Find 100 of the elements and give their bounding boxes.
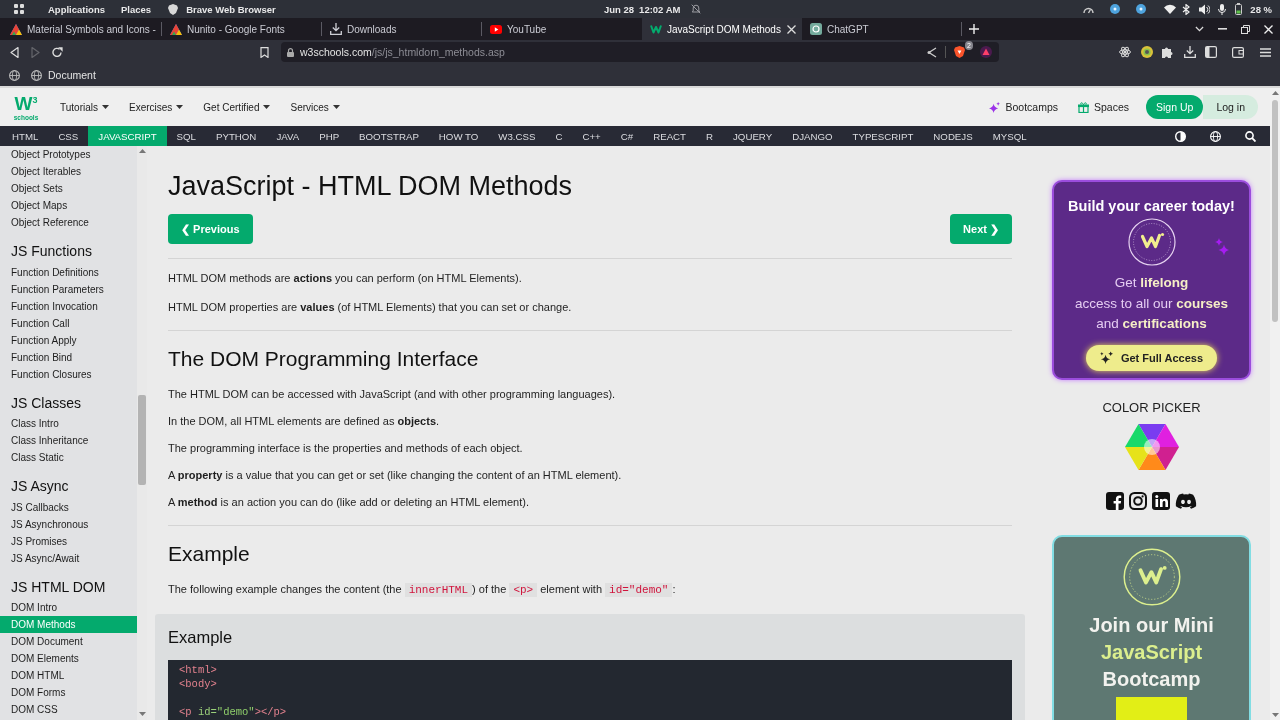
restore-icon[interactable]	[1241, 24, 1250, 34]
facebook-icon[interactable]	[1106, 492, 1124, 510]
topic-tab[interactable]: W3.CSS	[488, 126, 546, 146]
color-picker-icon[interactable]	[1124, 424, 1179, 470]
plus-icon[interactable]	[969, 24, 979, 34]
atom-icon[interactable]	[1119, 46, 1131, 58]
sidebar-link[interactable]: JS Asynchronous	[0, 515, 137, 533]
topic-tab[interactable]: BOOTSTRAP	[349, 126, 429, 146]
chevron-down-icon[interactable]	[1195, 26, 1204, 32]
browser-tab[interactable]: JavaScript DOM Methods	[642, 18, 802, 40]
volume-icon[interactable]	[1199, 3, 1211, 15]
browser-tab[interactable]: YouTube	[482, 18, 642, 40]
close-icon[interactable]	[787, 24, 796, 34]
topic-tab[interactable]: C++	[572, 126, 611, 146]
sidebar-link[interactable]: Function Call	[0, 314, 137, 332]
wallet-icon[interactable]	[1232, 46, 1244, 58]
sidebar-icon[interactable]	[1205, 46, 1217, 58]
sidebar-link[interactable]: Function Parameters	[0, 280, 137, 298]
topic-tab[interactable]: PHP	[309, 126, 350, 146]
scroll-up-icon[interactable]	[1271, 91, 1279, 95]
share-icon[interactable]	[927, 46, 938, 58]
download-icon[interactable]	[1184, 46, 1196, 58]
sidebar-link[interactable]: JS Callbacks	[0, 498, 137, 516]
topic-tab[interactable]: REACT	[643, 126, 696, 146]
sidebar-link[interactable]: Object Sets	[0, 180, 137, 197]
scroll-down-icon[interactable]	[138, 712, 146, 716]
shield-icon[interactable]	[954, 46, 966, 58]
topic-tab[interactable]: NODEJS	[923, 126, 983, 146]
menu-item[interactable]: Places	[121, 3, 152, 15]
sidebar-link[interactable]: Function Apply	[0, 331, 137, 349]
wifi-icon[interactable]	[1164, 4, 1177, 14]
shield-icon[interactable]	[168, 3, 179, 15]
topic-tab[interactable]: DJANGO	[782, 126, 843, 146]
bootcamp-promo-card[interactable]: Join our Mini JavaScript Bootcamp	[1052, 535, 1251, 720]
bluetooth-icon[interactable]	[1182, 3, 1191, 15]
career-promo-card[interactable]: Build your career today! Get lifelong access to all our courses and certifications Get Full Access	[1052, 180, 1251, 380]
grid-icon[interactable]	[14, 4, 24, 14]
sidebar-link[interactable]: Class Intro	[0, 415, 137, 432]
sidebar-link[interactable]: Object Prototypes	[0, 146, 137, 163]
sidebar-link[interactable]: Class Inheritance	[0, 432, 137, 449]
topic-tab[interactable]: HTML	[2, 126, 49, 146]
topic-tab[interactable]: JQUERY	[723, 126, 783, 146]
topic-tab[interactable]: JAVA	[266, 126, 310, 146]
sidebar-link[interactable]: Object Maps	[0, 197, 137, 214]
nav-link[interactable]: Spaces	[1078, 101, 1130, 113]
linkedin-icon[interactable]	[1152, 492, 1170, 510]
reload-icon[interactable]	[52, 47, 63, 57]
scroll-up-icon[interactable]	[138, 149, 146, 153]
menu-item[interactable]: Applications	[48, 3, 105, 15]
sidebar-link[interactable]: Object Iterables	[0, 163, 137, 180]
sidebar-link[interactable]: DOM Document	[0, 633, 137, 650]
microphone-icon[interactable]	[1218, 3, 1227, 15]
menu-item[interactable]: Tutorials	[60, 101, 109, 113]
topic-tab[interactable]: R	[696, 126, 723, 146]
contrast-icon[interactable]	[1175, 130, 1186, 142]
nav-link[interactable]: Bootcamps	[989, 101, 1058, 113]
topic-tab[interactable]: C#	[610, 126, 644, 146]
sidebar-link[interactable]: Function Bind	[0, 348, 137, 366]
menu-icon[interactable]	[1260, 47, 1271, 57]
ring-icon[interactable]	[1141, 46, 1153, 58]
sidebar-link[interactable]: DOM HTML	[0, 667, 137, 684]
scrollbar-thumb[interactable]	[138, 395, 146, 485]
get-access-button[interactable]: Get Full Access	[1085, 344, 1218, 371]
puzzle-icon[interactable]	[1162, 46, 1174, 58]
topic-tab[interactable]: MYSQL	[982, 126, 1037, 146]
bookmark-icon[interactable]	[260, 46, 269, 58]
menu-item[interactable]: Services	[290, 101, 340, 113]
bell-off-icon[interactable]	[691, 4, 702, 14]
sidebar-link[interactable]: JS Async/Await	[0, 549, 137, 567]
battery-icon[interactable]	[1235, 3, 1243, 15]
back-icon[interactable]	[10, 46, 19, 58]
sidebar-link[interactable]: DOM Elements	[0, 650, 137, 667]
topic-tab[interactable]: PYTHON	[206, 126, 267, 146]
log-in-button[interactable]: Log in	[1203, 95, 1258, 119]
discord-icon[interactable]	[1175, 492, 1197, 510]
sidebar-link[interactable]: Function Closures	[0, 365, 137, 383]
topic-tab[interactable]: SQL	[166, 126, 206, 146]
scrollbar-thumb[interactable]	[1272, 100, 1278, 322]
instagram-icon[interactable]	[1129, 492, 1147, 510]
sidebar-link[interactable]: Function Invocation	[0, 297, 137, 315]
globe-icon[interactable]	[9, 69, 20, 81]
sidebar-link[interactable]: DOM Intro	[0, 599, 137, 616]
sidebar-link[interactable]: DOM Forms	[0, 684, 137, 701]
menu-item[interactable]: Get Certified	[203, 101, 271, 113]
sidebar-link[interactable]: Object Reference	[0, 214, 137, 231]
topic-tab[interactable]: TYPESCRIPT	[842, 126, 924, 146]
sidebar-link[interactable]: Class Static	[0, 449, 137, 466]
menu-item[interactable]: Exercises	[129, 101, 184, 113]
sidebar-link[interactable]: DOM CSS	[0, 701, 137, 718]
sidebar-link[interactable]: JS Promises	[0, 532, 137, 550]
tray-app-icon[interactable]	[1136, 4, 1147, 14]
sidebar-link[interactable]: Function Definitions	[0, 263, 137, 281]
close-icon[interactable]	[1264, 24, 1273, 34]
topic-tab[interactable]: CSS	[48, 126, 89, 146]
scroll-down-icon[interactable]	[1271, 713, 1279, 717]
topic-tab[interactable]: HOW TO	[428, 126, 489, 146]
triangle-icon[interactable]	[980, 46, 992, 58]
search-icon[interactable]	[1245, 130, 1256, 142]
bookmark-link[interactable]: Document	[31, 69, 96, 81]
topic-tab[interactable]: C	[545, 126, 573, 146]
